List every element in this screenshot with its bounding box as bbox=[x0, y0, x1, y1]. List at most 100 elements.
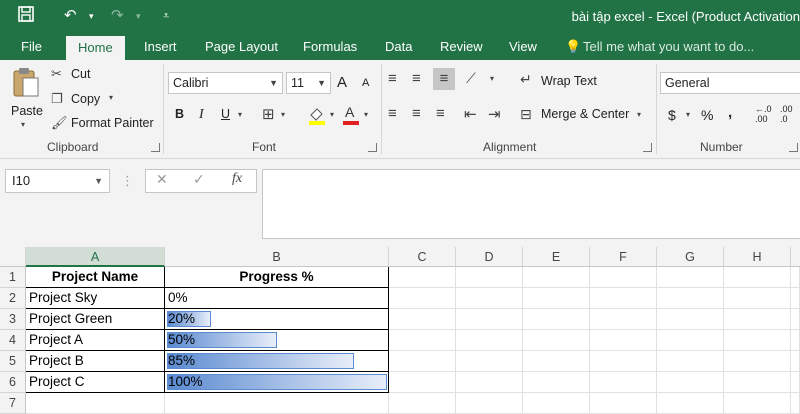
merge-dropdown-icon[interactable]: ▾ bbox=[637, 110, 641, 119]
cell-a2[interactable]: Project Sky bbox=[26, 288, 165, 309]
cell-x7[interactable] bbox=[791, 393, 800, 414]
tab-formulas[interactable]: Formulas bbox=[303, 33, 357, 60]
redo-dropdown-icon[interactable]: ▾ bbox=[136, 6, 141, 26]
cell-a5[interactable]: Project B bbox=[26, 351, 165, 372]
merge-center-button[interactable]: Merge & Center bbox=[541, 107, 629, 121]
cell-e1[interactable] bbox=[523, 267, 590, 288]
cell-d6[interactable] bbox=[456, 372, 523, 393]
cell-e4[interactable] bbox=[523, 330, 590, 351]
tab-page-layout[interactable]: Page Layout bbox=[205, 33, 278, 60]
cell-b7[interactable] bbox=[165, 393, 389, 414]
format-painter-button[interactable]: Format Painter bbox=[71, 116, 154, 130]
cell-c3[interactable] bbox=[389, 309, 456, 330]
cell-x1[interactable] bbox=[791, 267, 800, 288]
cell-x2[interactable] bbox=[791, 288, 800, 309]
tab-review[interactable]: Review bbox=[440, 33, 483, 60]
cell-d5[interactable] bbox=[456, 351, 523, 372]
cell-g5[interactable] bbox=[657, 351, 724, 372]
decrease-decimal-button[interactable]: .00.0 bbox=[780, 104, 793, 124]
cell-h5[interactable] bbox=[724, 351, 791, 372]
cell-g3[interactable] bbox=[657, 309, 724, 330]
cell-g4[interactable] bbox=[657, 330, 724, 351]
formula-input[interactable] bbox=[262, 169, 800, 239]
fill-color-icon[interactable] bbox=[307, 105, 327, 128]
row-header-1[interactable]: 1 bbox=[0, 267, 26, 288]
undo-dropdown-icon[interactable]: ▾ bbox=[89, 6, 94, 26]
fill-color-dropdown-icon[interactable]: ▾ bbox=[330, 110, 334, 119]
font-launcher-icon[interactable] bbox=[368, 143, 377, 152]
cell-c2[interactable] bbox=[389, 288, 456, 309]
column-header-e[interactable]: E bbox=[523, 247, 590, 267]
cell-b3[interactable]: 20% bbox=[165, 309, 389, 330]
undo-icon[interactable]: ↶ bbox=[64, 6, 77, 26]
copy-icon[interactable]: ❐ bbox=[51, 91, 63, 107]
cell-b6[interactable]: 100% bbox=[165, 372, 389, 393]
column-header-a[interactable]: A bbox=[26, 247, 165, 267]
clipboard-launcher-icon[interactable] bbox=[151, 143, 160, 152]
cell-g7[interactable] bbox=[657, 393, 724, 414]
increase-indent-icon[interactable]: ⇥ bbox=[488, 105, 501, 123]
decrease-indent-icon[interactable]: ⇤ bbox=[464, 105, 477, 123]
cell-d7[interactable] bbox=[456, 393, 523, 414]
select-all-corner[interactable] bbox=[0, 247, 26, 267]
row-header-3[interactable]: 3 bbox=[0, 309, 26, 330]
cell-e6[interactable] bbox=[523, 372, 590, 393]
tab-insert[interactable]: Insert bbox=[144, 33, 177, 60]
header-project-name[interactable]: Project Name bbox=[26, 267, 165, 288]
cell-x5[interactable] bbox=[791, 351, 800, 372]
cell-e5[interactable] bbox=[523, 351, 590, 372]
cell-g1[interactable] bbox=[657, 267, 724, 288]
tab-file[interactable]: File bbox=[21, 33, 42, 60]
tab-data[interactable]: Data bbox=[385, 33, 412, 60]
save-icon[interactable] bbox=[18, 6, 34, 28]
percent-button[interactable]: % bbox=[701, 107, 713, 123]
cell-a7[interactable] bbox=[26, 393, 165, 414]
cell-c4[interactable] bbox=[389, 330, 456, 351]
number-format-select[interactable]: General bbox=[660, 72, 800, 94]
font-color-dropdown-icon[interactable]: ▾ bbox=[364, 110, 368, 119]
customize-qat-icon[interactable]: ⩡ bbox=[163, 6, 169, 26]
tell-me-box[interactable]: Tell me what you want to do... bbox=[583, 33, 754, 60]
cell-b4[interactable]: 50% bbox=[165, 330, 389, 351]
cell-d3[interactable] bbox=[456, 309, 523, 330]
cell-h3[interactable] bbox=[724, 309, 791, 330]
cell-f3[interactable] bbox=[590, 309, 657, 330]
top-align-icon[interactable]: ≡ bbox=[388, 70, 397, 87]
cell-c6[interactable] bbox=[389, 372, 456, 393]
cell-e2[interactable] bbox=[523, 288, 590, 309]
cell-d1[interactable] bbox=[456, 267, 523, 288]
font-color-icon[interactable]: A bbox=[342, 104, 360, 129]
wrap-text-button[interactable]: Wrap Text bbox=[541, 74, 597, 88]
currency-dropdown-icon[interactable]: ▾ bbox=[686, 110, 690, 119]
cell-c5[interactable] bbox=[389, 351, 456, 372]
column-header-c[interactable]: C bbox=[389, 247, 456, 267]
cell-x4[interactable] bbox=[791, 330, 800, 351]
cell-h6[interactable] bbox=[724, 372, 791, 393]
cell-d2[interactable] bbox=[456, 288, 523, 309]
copy-dropdown-icon[interactable]: ▾ bbox=[109, 93, 113, 102]
wrap-text-icon[interactable]: ↵ bbox=[520, 71, 532, 88]
cell-c1[interactable] bbox=[389, 267, 456, 288]
cut-button[interactable]: Cut bbox=[71, 67, 90, 81]
borders-icon[interactable]: ⊞ bbox=[262, 105, 275, 123]
orientation-dropdown-icon[interactable]: ▾ bbox=[490, 74, 494, 83]
redo-icon[interactable]: ↷ bbox=[111, 6, 124, 26]
paste-dropdown-icon[interactable]: ▾ bbox=[21, 120, 25, 129]
format-painter-icon[interactable]: 🖌 bbox=[51, 115, 68, 131]
borders-dropdown-icon[interactable]: ▾ bbox=[281, 110, 285, 119]
cell-f4[interactable] bbox=[590, 330, 657, 351]
font-size-select[interactable]: 11 ▼ bbox=[286, 72, 331, 94]
insert-function-icon[interactable]: fx bbox=[232, 171, 242, 187]
column-header-h[interactable]: H bbox=[724, 247, 791, 267]
cell-h7[interactable] bbox=[724, 393, 791, 414]
underline-button[interactable]: U bbox=[221, 107, 230, 121]
row-header-6[interactable]: 6 bbox=[0, 372, 26, 393]
header-progress[interactable]: Progress % bbox=[165, 267, 389, 288]
name-box[interactable]: I10 ▼ bbox=[5, 169, 110, 193]
align-left-icon[interactable]: ≡ bbox=[388, 105, 397, 122]
cell-d4[interactable] bbox=[456, 330, 523, 351]
cell-b2[interactable]: 0% bbox=[165, 288, 389, 309]
enter-icon[interactable]: ✓ bbox=[193, 171, 205, 188]
copy-button[interactable]: Copy bbox=[71, 92, 100, 106]
currency-button[interactable]: $ bbox=[668, 107, 676, 123]
